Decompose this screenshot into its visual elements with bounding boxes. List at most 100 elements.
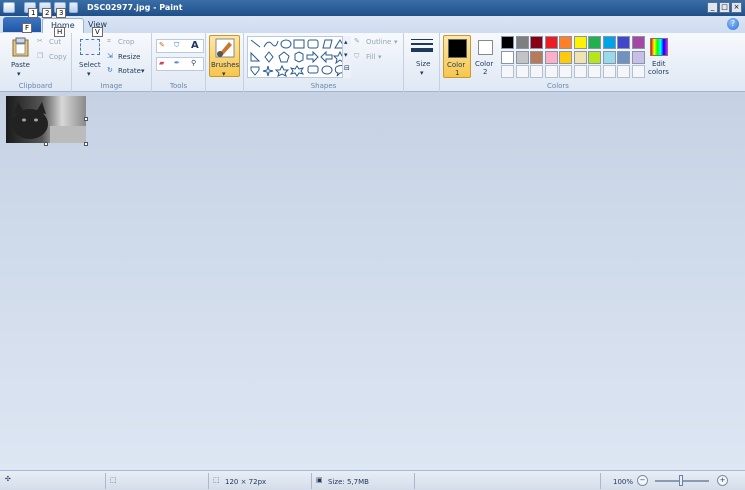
palette-swatch[interactable] [515,50,529,64]
custom-color-slot[interactable] [602,65,616,78]
palette-swatch[interactable] [530,50,543,64]
brushes-group: Brushes ▾ [206,33,244,92]
zoom-out-button[interactable]: − [637,475,648,486]
fill-icon: ⛉ [354,52,360,60]
help-icon[interactable]: ? [727,18,739,30]
outline-button[interactable]: ✎ Outline ▾ [354,36,402,48]
custom-color-slot[interactable] [515,65,529,78]
scissors-icon: ✂ [37,37,43,45]
palette-swatch[interactable] [631,50,645,64]
palette-swatch[interactable] [573,36,587,49]
palette-swatch[interactable] [559,36,572,49]
cursor-position-icon: ✣ [5,475,11,483]
fill-bucket-icon[interactable]: ⛉ [174,41,179,50]
zoom-slider-thumb[interactable] [679,475,683,486]
color2-button[interactable]: Color 2 [473,35,499,78]
select-dropdown-icon: ▾ [87,70,91,78]
paste-button[interactable]: Paste ▾ [6,36,34,78]
paste-dropdown-icon: ▾ [17,70,21,78]
custom-color-slot[interactable] [559,65,572,78]
eraser-icon[interactable]: ▰ [159,59,164,67]
palette-swatch[interactable] [501,36,514,49]
palette-swatch[interactable] [530,36,543,49]
custom-color-slot[interactable] [617,65,630,78]
palette-swatch[interactable] [544,36,558,49]
palette-swatch[interactable] [631,36,645,49]
outline-label: Outline [366,38,392,46]
color1-button[interactable]: Color 1 [443,35,471,78]
zoom-in-button[interactable]: + [717,475,728,486]
ribbon: Paste ▾ ✂ Cut ❐ Copy Clipboard Select ▾ … [0,33,745,92]
keytip-2: 2 [42,8,53,18]
shapes-group-label: Shapes [310,82,337,90]
size-button[interactable]: Size ▾ [408,35,436,77]
title-bar: DSC02977.jpg - Paint _ □ × [0,0,745,16]
palette-swatch[interactable] [559,50,572,64]
palette-swatch[interactable] [602,50,616,64]
shapes-scroll-down-icon[interactable]: ▾ [344,51,348,59]
custom-color-slot[interactable] [631,65,645,78]
resize-handle-right[interactable] [84,117,88,121]
brushes-label: Brushes [211,61,240,69]
custom-color-slot[interactable] [530,65,543,78]
copy-button[interactable]: ❐ Copy [36,51,70,63]
close-button[interactable]: × [731,2,742,13]
cut-label: Cut [49,38,62,46]
customize-quick-access-icon[interactable] [69,2,78,13]
custom-color-slot[interactable] [501,65,514,78]
shapes-scroll-up-icon[interactable]: ▴ [344,38,348,46]
palette-swatch[interactable] [515,36,529,49]
custom-color-slot[interactable] [588,65,601,78]
crop-button[interactable]: ⌗ Crop [106,36,146,48]
palette-swatch[interactable] [588,36,601,49]
canvas-area[interactable] [0,92,745,470]
shapes-group: ▴ ▾ ⊟ ✎ Outline ▾ ⛉ Fill ▾ Shapes [244,33,404,92]
image-dimensions-icon: ⬚ [213,476,220,484]
rotate-button[interactable]: ↻ Rotate ▾ [106,65,150,77]
resize-icon: ⇲ [107,52,113,60]
color-picker-icon[interactable]: ✒ [174,59,180,67]
palette-swatch[interactable] [617,50,630,64]
pencil-icon[interactable]: ✎ [159,41,165,49]
selection-size-cell: ⬚ [105,473,208,489]
paint-app-icon[interactable] [3,2,15,13]
palette-swatch[interactable] [617,36,630,49]
resize-button[interactable]: ⇲ Resize [106,51,148,63]
image-canvas[interactable] [6,96,86,143]
select-button[interactable]: Select ▾ [76,36,104,78]
palette-swatch[interactable] [602,36,616,49]
select-label: Select [79,61,101,69]
palette-swatch[interactable] [588,50,601,64]
zoom-cell: 100% − + [600,473,745,489]
shapes-more-icon[interactable]: ⊟ [344,64,350,72]
shapes-scroll[interactable]: ▴ ▾ ⊟ [342,36,351,78]
resize-handle-bottom[interactable] [44,142,48,146]
zoom-level: 100% [613,478,634,486]
text-tool-icon[interactable]: A [191,40,199,51]
minimize-button[interactable]: _ [707,2,718,13]
palette-swatch[interactable] [573,50,587,64]
line-size-icon [411,39,433,52]
color1-swatch [448,39,467,58]
colors-group-label: Colors [547,82,569,90]
resize-handle-corner[interactable] [84,142,88,146]
maximize-button[interactable]: □ [719,2,730,13]
copy-icon: ❐ [37,52,44,60]
palette-swatch[interactable] [544,50,558,64]
image-group-label: Image [100,82,123,90]
cut-button[interactable]: ✂ Cut [36,36,68,48]
custom-color-slot[interactable] [544,65,558,78]
image-dimensions-cell: ⬚ 120 × 72px [208,473,311,489]
custom-color-slot[interactable] [573,65,587,78]
selection-icon: ⬚ [110,476,117,484]
magnifier-icon[interactable]: ⚲ [191,59,196,67]
shapes-gallery[interactable] [247,36,351,78]
brushes-button[interactable]: Brushes ▾ [209,35,240,78]
paste-label: Paste [11,61,30,69]
palette-swatch[interactable] [501,50,514,64]
cat-photo [6,96,86,143]
disk-icon: ▣ [316,476,323,484]
color2-label: Color [475,60,494,68]
fill-button[interactable]: ⛉ Fill ▾ [354,51,394,63]
edit-colors-button[interactable]: Edit colors [644,35,674,78]
